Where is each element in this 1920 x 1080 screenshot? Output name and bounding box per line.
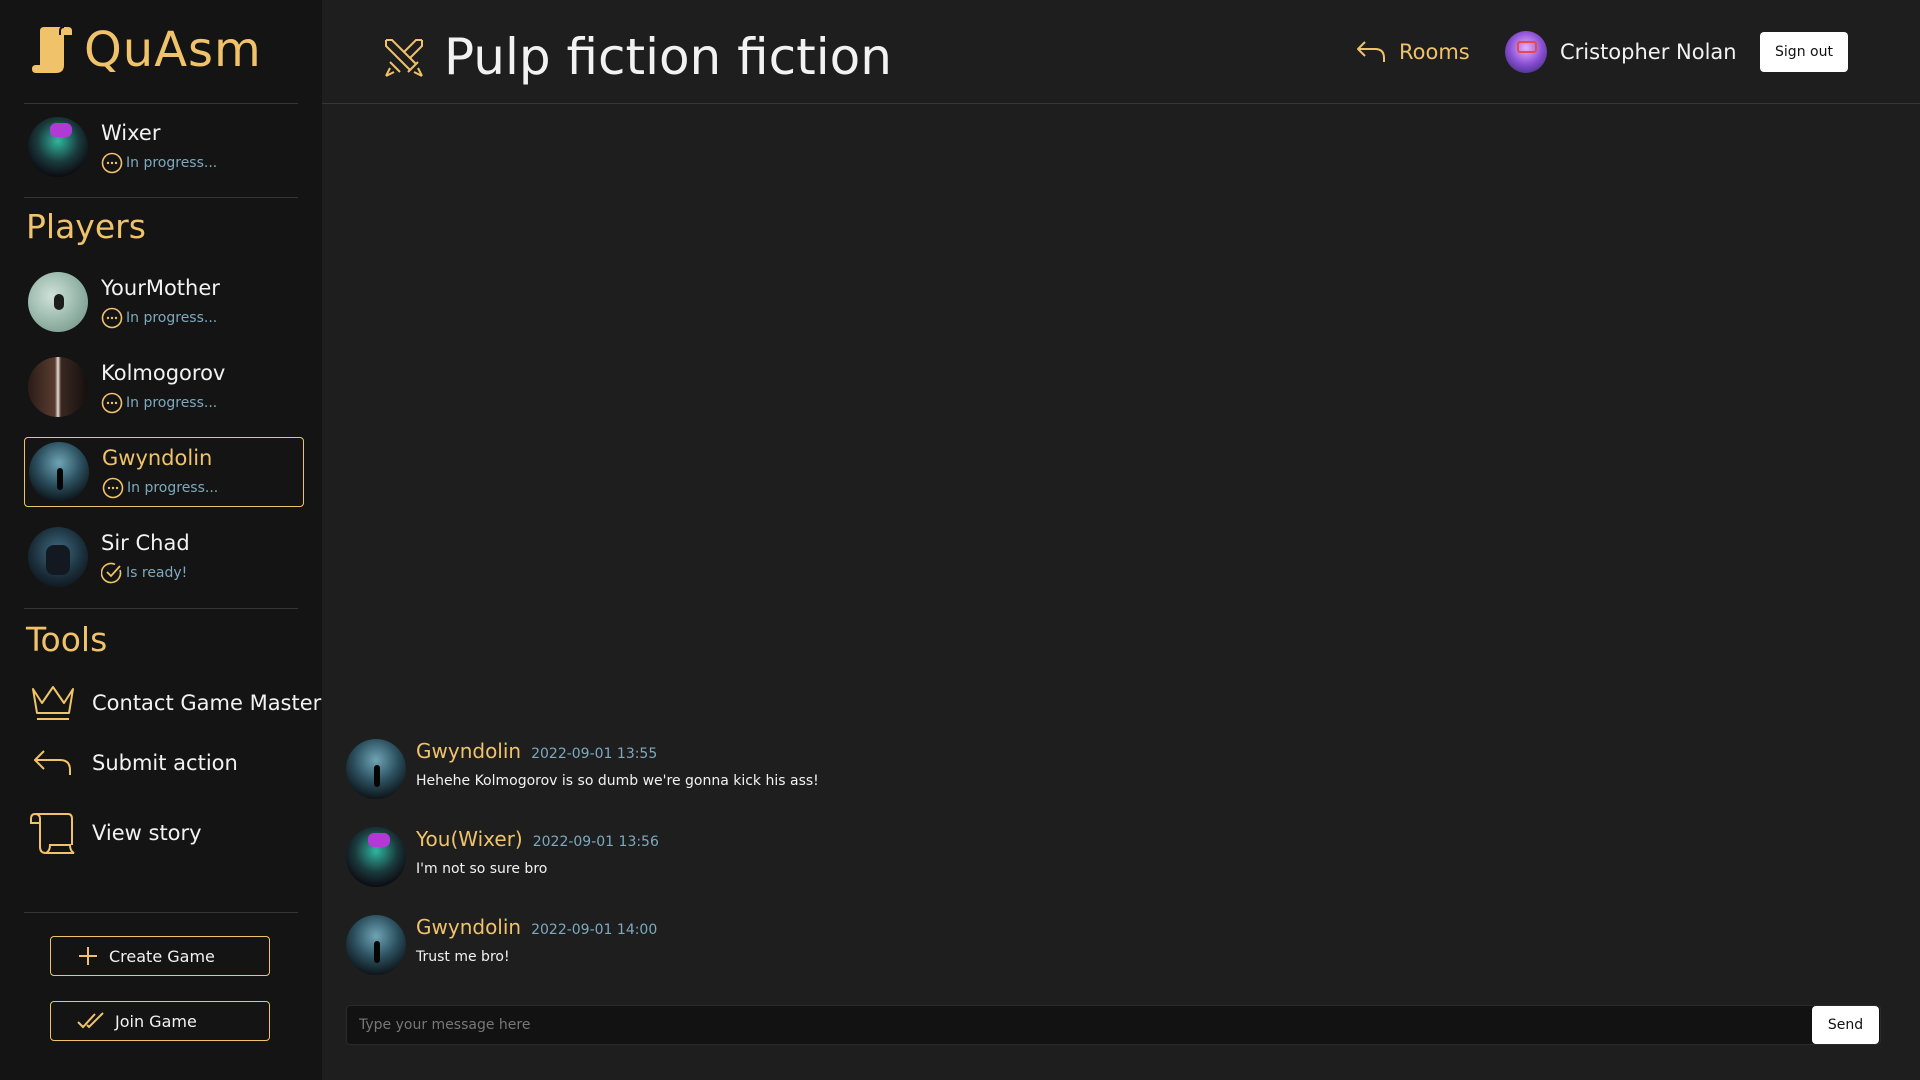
view-story-tool[interactable]: View story — [30, 810, 202, 856]
player-item[interactable]: YourMother In progress... — [24, 267, 304, 337]
submit-action-tool[interactable]: Submit action — [30, 740, 238, 786]
in-progress-icon — [102, 477, 124, 499]
back-arrow-icon — [1357, 41, 1385, 62]
message-timestamp: 2022-09-01 13:56 — [532, 834, 659, 850]
message-avatar — [346, 915, 406, 975]
tools-heading: Tools — [26, 620, 108, 659]
divider — [24, 103, 298, 104]
tool-label: View story — [92, 821, 202, 845]
rooms-link[interactable]: Rooms — [1355, 38, 1470, 66]
player-status: In progress... — [126, 155, 218, 171]
plus-icon — [79, 947, 97, 965]
tool-label: Contact Game Master — [92, 691, 322, 715]
message-avatar — [346, 739, 406, 799]
user-profile[interactable]: Cristopher Nolan — [1505, 31, 1737, 73]
in-progress-icon — [101, 392, 123, 414]
send-button[interactable]: Send — [1812, 1006, 1879, 1044]
player-status: In progress... — [126, 395, 218, 411]
player-name: Kolmogorov — [101, 361, 226, 385]
message-avatar — [346, 827, 406, 887]
avatar — [28, 117, 88, 177]
chat-message: Gwyndolin 2022-09-01 13:55 Hehehe Kolmog… — [346, 739, 819, 799]
player-name: YourMother — [101, 276, 220, 300]
tool-label: Submit action — [92, 751, 238, 775]
message-author: Gwyndolin — [416, 915, 522, 939]
avatar — [29, 442, 89, 502]
current-player[interactable]: Wixer In progress... — [24, 112, 304, 182]
message-author: Gwyndolin — [416, 739, 522, 763]
create-game-label: Create Game — [109, 946, 215, 966]
scroll-logo-icon — [32, 26, 72, 73]
in-progress-icon — [101, 307, 123, 329]
app-logo[interactable]: QuAsm — [30, 22, 262, 78]
player-status: Is ready! — [126, 565, 188, 581]
message-text: Trust me bro! — [416, 949, 510, 965]
message-timestamp: 2022-09-01 13:55 — [531, 746, 658, 762]
double-check-icon — [77, 1012, 104, 1029]
avatar — [28, 527, 88, 587]
ready-check-icon — [101, 562, 122, 584]
player-name: Sir Chad — [101, 531, 190, 555]
rooms-label: Rooms — [1399, 40, 1470, 64]
message-composer — [346, 1005, 1881, 1045]
chat-message: You(Wixer) 2022-09-01 13:56 I'm not so s… — [346, 827, 659, 887]
message-input[interactable] — [347, 1006, 1807, 1044]
message-text: I'm not so sure bro — [416, 861, 548, 877]
divider — [24, 197, 298, 198]
sidebar: QuAsm Wixer In progress... Players YourM… — [0, 0, 322, 1080]
join-game-label: Join Game — [115, 1011, 197, 1031]
player-status: In progress... — [127, 480, 219, 496]
message-timestamp: 2022-09-01 14:00 — [531, 922, 658, 938]
room-title: Pulp fiction fiction — [444, 28, 892, 86]
app-name: QuAsm — [84, 22, 262, 78]
contact-game-master-tool[interactable]: Contact Game Master — [30, 680, 321, 726]
reply-arrow-icon — [34, 750, 71, 775]
divider — [24, 608, 298, 609]
message-author: You(Wixer) — [416, 827, 523, 851]
crown-icon — [32, 686, 74, 720]
divider — [24, 912, 298, 913]
scroll-icon — [30, 812, 75, 854]
player-item[interactable]: Kolmogorov In progress... — [24, 352, 304, 422]
avatar — [28, 357, 88, 417]
sign-out-button[interactable]: Sign out — [1760, 32, 1848, 72]
player-item[interactable]: Sir Chad Is ready! — [24, 522, 304, 592]
player-name: Gwyndolin — [102, 446, 213, 470]
create-game-button[interactable]: Create Game — [50, 936, 270, 976]
chat-message: Gwyndolin 2022-09-01 14:00 Trust me bro! — [346, 915, 657, 975]
header-divider — [322, 103, 1920, 104]
player-status: In progress... — [126, 310, 218, 326]
avatar — [28, 272, 88, 332]
crossed-swords-icon — [385, 39, 423, 77]
message-text: Hehehe Kolmogorov is so dumb we're gonna… — [416, 773, 819, 789]
player-item-selected[interactable]: Gwyndolin In progress... — [24, 437, 304, 507]
user-name: Cristopher Nolan — [1560, 40, 1737, 64]
players-heading: Players — [26, 207, 146, 246]
in-progress-icon — [101, 152, 123, 174]
player-name: Wixer — [101, 121, 161, 145]
join-game-button[interactable]: Join Game — [50, 1001, 270, 1041]
user-avatar — [1505, 31, 1547, 73]
